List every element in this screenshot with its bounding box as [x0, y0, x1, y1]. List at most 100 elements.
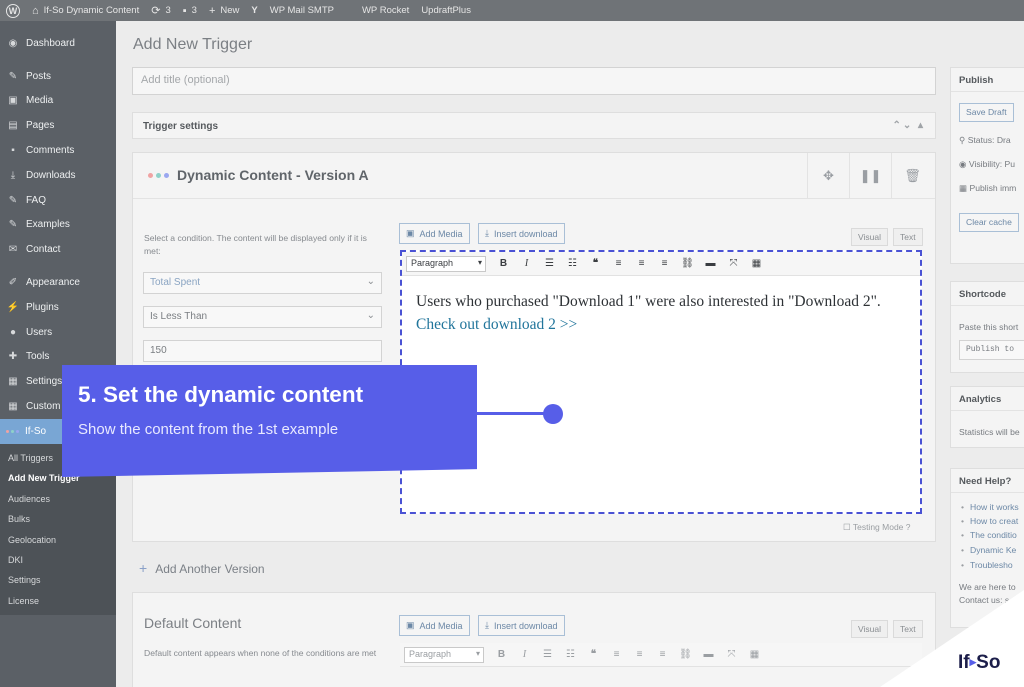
new-content-link[interactable]: + New [209, 5, 239, 17]
collapse-arrows-icon[interactable]: ⌃⌄ ▴ [892, 120, 925, 131]
sidebar-item-downloads[interactable]: ⤓ Downloads [0, 163, 116, 188]
sidebar-item-dashboard[interactable]: ◉ Dashboard [0, 31, 116, 56]
testing-mode-toggle[interactable]: ☐ Testing Mode ? [843, 522, 911, 533]
italic-icon[interactable]: I [513, 649, 536, 660]
sidebar-item-pages[interactable]: ▤ Pages [0, 113, 116, 138]
move-icon[interactable]: ✥ [807, 153, 849, 199]
align-center-icon[interactable]: ≡ [630, 258, 653, 269]
numbered-list-icon[interactable]: ☷ [561, 258, 584, 269]
submenu-item-settings[interactable]: Settings [0, 570, 116, 590]
link-icon[interactable]: ⛓ [676, 258, 699, 269]
sidebar-item-label: Examples [26, 219, 70, 231]
bold-icon[interactable]: B [490, 649, 513, 660]
trash-icon[interactable]: 🗑 [891, 153, 933, 199]
toolbar-toggle-icon[interactable]: ▦ [743, 649, 766, 660]
default-format-select[interactable]: Paragraph ▾ [404, 646, 484, 663]
align-left-icon[interactable]: ≡ [607, 258, 630, 269]
plug-icon: ⚡ [6, 301, 20, 313]
operator-select[interactable]: Is Less Than ⌄ [143, 306, 382, 328]
sidebar-item-appearance[interactable]: ✐ Appearance [0, 270, 116, 295]
fullscreen-icon[interactable]: ⤧ [720, 649, 743, 660]
submenu-item-audiences[interactable]: Audiences [0, 489, 116, 509]
sidebar-item-label: Downloads [26, 169, 76, 181]
callout-pointer-dot [543, 404, 563, 424]
submenu-item-bulks[interactable]: Bulks [0, 509, 116, 529]
default-content-description: Default content appears when none of the… [144, 648, 377, 658]
download-icon: ⤓ [10, 169, 16, 181]
align-left-icon[interactable]: ≡ [605, 649, 628, 660]
sidebar-item-comments[interactable]: ▪ Comments [0, 138, 116, 163]
add-another-version-button[interactable]: + Add Another Version [139, 560, 265, 576]
align-right-icon[interactable]: ≡ [653, 258, 676, 269]
help-link[interactable]: How it works [961, 502, 1019, 512]
align-center-icon[interactable]: ≡ [628, 649, 651, 660]
bold-icon[interactable]: B [492, 258, 515, 269]
tab-text[interactable]: Text [893, 228, 923, 246]
italic-icon[interactable]: I [515, 258, 538, 269]
sidebar-item-users[interactable]: ● Users [0, 320, 116, 345]
submenu-item-geolocation[interactable]: Geolocation [0, 529, 116, 549]
comments-link[interactable]: ▪ 3 [183, 5, 197, 17]
site-name-link[interactable]: ⌂ If-So Dynamic Content [32, 5, 139, 17]
add-media-button[interactable]: ▣ Add Media [399, 223, 470, 244]
trigger-title-input[interactable]: Add title (optional) [132, 67, 936, 95]
media-icon: ▣ [406, 228, 415, 238]
default-add-media-button[interactable]: ▣ Add Media [399, 615, 470, 636]
comment-icon: ▪ [11, 145, 15, 157]
sidebar-item-posts[interactable]: ✎ Posts [0, 64, 116, 89]
fullscreen-icon[interactable]: ⤧ [722, 258, 745, 269]
read-more-icon[interactable]: ▬ [697, 649, 720, 660]
admin-bar-item-wp-rocket[interactable]: WP Rocket [362, 5, 409, 16]
sidebar-item-examples[interactable]: ✎ Examples [0, 213, 116, 238]
save-draft-button[interactable]: Save Draft [959, 103, 1014, 122]
condition-value-input[interactable]: 150 [143, 340, 382, 362]
insert-download-button[interactable]: ⤓ Insert download [478, 223, 565, 244]
read-more-icon[interactable]: ▬ [699, 258, 722, 269]
help-link[interactable]: Troublesho [961, 560, 1013, 570]
condition-type-select[interactable]: Total Spent ⌄ [143, 272, 382, 294]
quote-icon[interactable]: ❝ [584, 258, 607, 269]
insert-download-label: Insert download [493, 228, 558, 239]
publish-time-text: Publish imm [969, 183, 1017, 193]
toolbar-toggle-icon[interactable]: ▦ [745, 258, 768, 269]
updates-link[interactable]: ⟳ 3 [151, 4, 171, 17]
sidebar-item-contact[interactable]: ✉ Contact [0, 237, 116, 262]
default-tab-text[interactable]: Text [893, 620, 923, 638]
editor-content[interactable]: Users who purchased "Download 1" were al… [416, 290, 906, 336]
admin-sidebar: ◉ Dashboard ✎ Posts ▣ Media ▤ Pages ▪ Comment… [0, 21, 116, 687]
help-footer-text: We are here to [959, 582, 1016, 592]
operator-value: Is Less Than [150, 311, 208, 322]
pause-icon[interactable]: ❚❚ [849, 153, 891, 199]
sidebar-item-plugins[interactable]: ⚡ Plugins [0, 295, 116, 320]
format-select[interactable]: Paragraph ▾ [406, 255, 486, 272]
callout-subtitle: Show the content from the 1st example [78, 421, 339, 438]
submenu-item-dki[interactable]: DKI [0, 550, 116, 570]
yoast-icon[interactable]: Y [251, 5, 257, 16]
default-insert-download-button[interactable]: ⤓ Insert download [478, 615, 565, 636]
help-link[interactable]: The conditio [961, 530, 1017, 540]
help-link[interactable]: How to creat [961, 516, 1018, 526]
shortcode-field[interactable]: Publish to [959, 340, 1024, 360]
bullet-list-icon[interactable]: ☰ [538, 258, 561, 269]
content-link[interactable]: Check out download 2 >> [416, 316, 577, 333]
sidebar-item-label: Settings [26, 376, 63, 388]
sidebar-item-label: Appearance [26, 277, 80, 289]
link-icon[interactable]: ⛓ [674, 649, 697, 660]
admin-bar-item-wp-mail-smtp[interactable]: WP Mail SMTP [270, 5, 334, 16]
help-link[interactable]: Dynamic Ke [961, 545, 1016, 555]
bullet-list-icon[interactable]: ☰ [536, 649, 559, 660]
default-tab-visual[interactable]: Visual [851, 620, 888, 638]
tab-visual[interactable]: Visual [851, 228, 888, 246]
wordpress-logo-icon[interactable]: W [6, 3, 20, 18]
trigger-settings-label: Trigger settings [143, 121, 219, 132]
trigger-settings-header[interactable]: Trigger settings ⌃⌄ ▴ [132, 112, 936, 139]
clear-cache-button[interactable]: Clear cache [959, 213, 1019, 232]
sidebar-item-media[interactable]: ▣ Media [0, 89, 116, 114]
quote-icon[interactable]: ❝ [582, 649, 605, 660]
numbered-list-icon[interactable]: ☷ [559, 649, 582, 660]
submenu-item-license[interactable]: License [0, 590, 116, 610]
sidebar-item-faq[interactable]: ✎ FAQ [0, 188, 116, 213]
align-right-icon[interactable]: ≡ [651, 649, 674, 660]
admin-bar-item-updraftplus[interactable]: UpdraftPlus [421, 5, 471, 16]
content-text: Users who purchased "Download 1" were al… [416, 293, 881, 310]
